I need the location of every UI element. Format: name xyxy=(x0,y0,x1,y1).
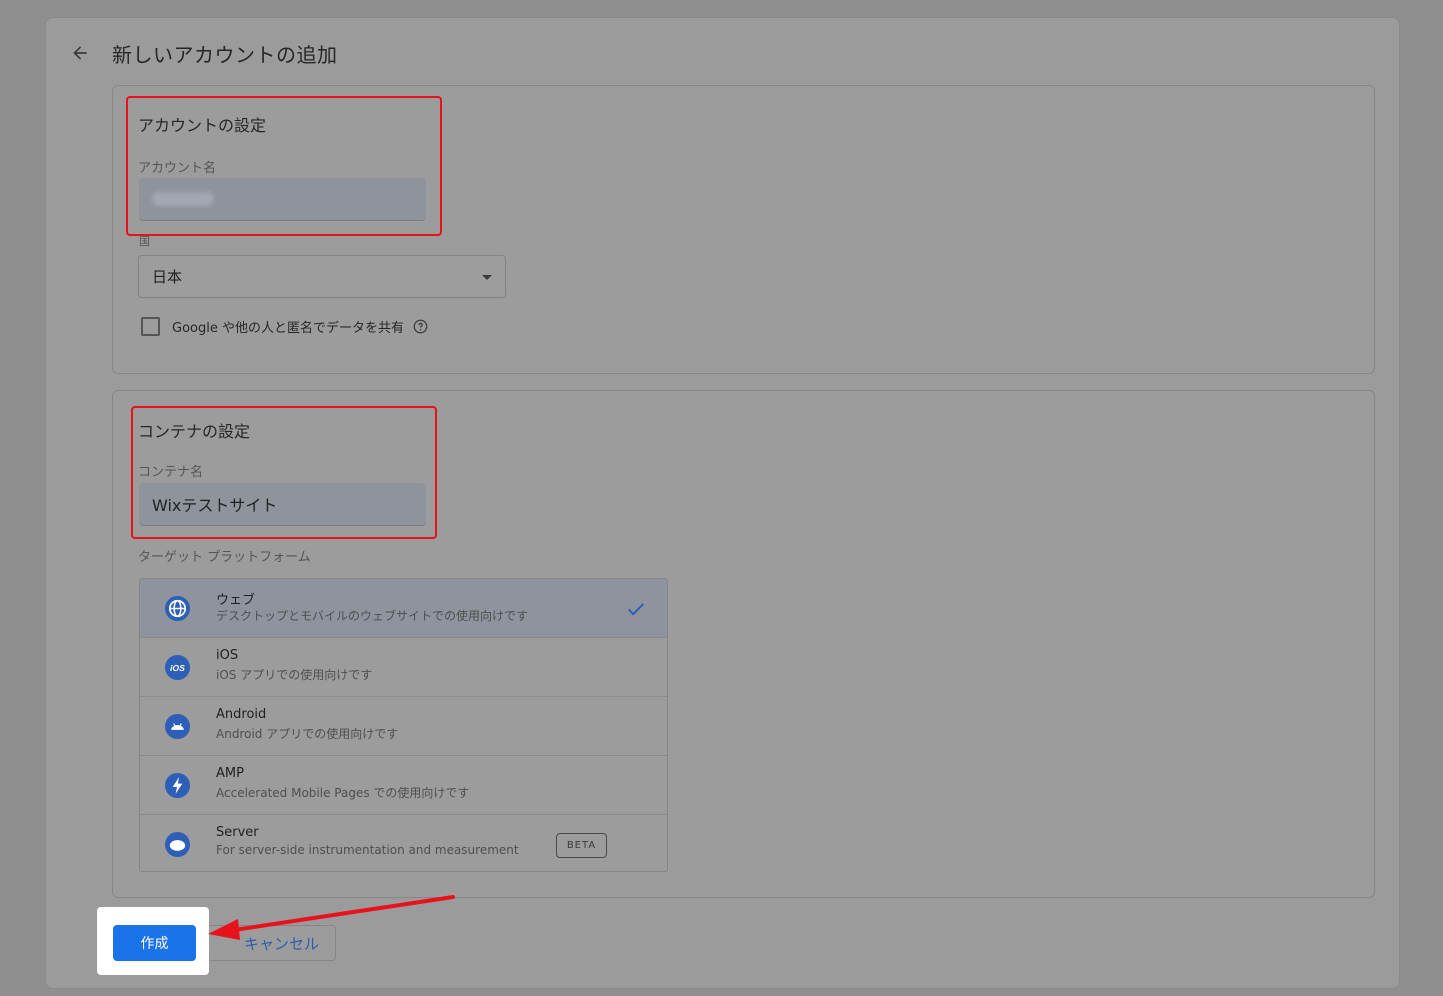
platform-item-android[interactable]: Android Android アプリでの使用向けです xyxy=(140,697,667,756)
platform-item-web[interactable]: ウェブ デスクトップとモバイルのウェブサイトでの使用向けです xyxy=(140,579,667,638)
share-data-label: Google や他の人と匿名でデータを共有 xyxy=(172,321,404,336)
platform-item-server[interactable]: Server For server-side instrumentation a… xyxy=(140,815,667,871)
share-data-row: Google や他の人と匿名でデータを共有 xyxy=(141,317,428,336)
platform-item-ios[interactable]: iOS iOS iOS アプリでの使用向けです xyxy=(140,638,667,697)
svg-text:iOS: iOS xyxy=(170,663,185,673)
annotation-box-container xyxy=(131,406,437,539)
platform-desc: Accelerated Mobile Pages での使用向けです xyxy=(216,786,470,800)
arrow-back-icon xyxy=(73,46,87,60)
back-button[interactable] xyxy=(67,40,93,66)
create-button[interactable]: 作成 xyxy=(113,925,196,961)
platform-list: ウェブ デスクトップとモバイルのウェブサイトでの使用向けです iOS iOS i… xyxy=(139,578,668,872)
platform-name: AMP xyxy=(216,766,244,781)
platform-item-amp[interactable]: AMP Accelerated Mobile Pages での使用向けです xyxy=(140,756,667,815)
page-title: 新しいアカウントの追加 xyxy=(112,42,338,67)
share-data-checkbox[interactable] xyxy=(141,317,160,336)
annotation-arrow-icon xyxy=(208,895,455,940)
cloud-icon xyxy=(164,831,191,858)
android-icon xyxy=(164,713,191,740)
platform-name: iOS xyxy=(216,648,239,663)
platform-name: Server xyxy=(216,825,259,840)
ios-icon: iOS xyxy=(164,654,191,681)
amp-icon xyxy=(164,772,191,799)
target-platform-label: ターゲット プラットフォーム xyxy=(138,550,311,565)
country-value: 日本 xyxy=(152,268,183,286)
dropdown-caret-icon xyxy=(482,275,492,280)
annotation-box-account xyxy=(126,96,442,236)
platform-desc: iOS アプリでの使用向けです xyxy=(216,668,373,682)
country-label: 国 xyxy=(139,235,150,248)
country-select[interactable]: 日本 xyxy=(138,255,506,298)
help-icon[interactable] xyxy=(413,319,428,334)
platform-desc: デスクトップとモバイルのウェブサイトでの使用向けです xyxy=(216,609,529,623)
page-header: 新しいアカウントの追加 xyxy=(67,38,338,68)
check-icon xyxy=(627,603,645,616)
platform-desc: Android アプリでの使用向けです xyxy=(216,727,399,741)
globe-icon xyxy=(164,595,191,622)
platform-name: Android xyxy=(216,707,267,722)
platform-desc: For server-side instrumentation and meas… xyxy=(216,843,519,857)
beta-badge: BETA xyxy=(556,833,607,858)
platform-name: ウェブ xyxy=(216,593,256,608)
